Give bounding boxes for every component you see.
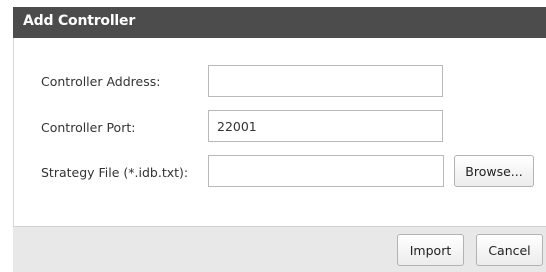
import-button[interactable]: Import [397,234,464,266]
browse-button[interactable]: Browse... [454,155,534,187]
dialog-titlebar: Add Controller [13,7,546,39]
add-controller-dialog: Add Controller Controller Address: Contr… [0,0,546,272]
controller-address-label: Controller Address: [41,74,161,89]
controller-port-label: Controller Port: [41,120,136,135]
strategy-file-input[interactable] [208,155,444,187]
dialog-body: Controller Address: Controller Port: Str… [13,38,546,226]
controller-port-input[interactable] [208,110,443,142]
cancel-button[interactable]: Cancel [476,234,543,266]
strategy-file-label: Strategy File (*.idb.txt): [41,165,189,180]
dialog-title: Add Controller [23,13,136,29]
controller-address-input[interactable] [208,65,443,97]
dialog-footer: Import Cancel [13,226,546,272]
